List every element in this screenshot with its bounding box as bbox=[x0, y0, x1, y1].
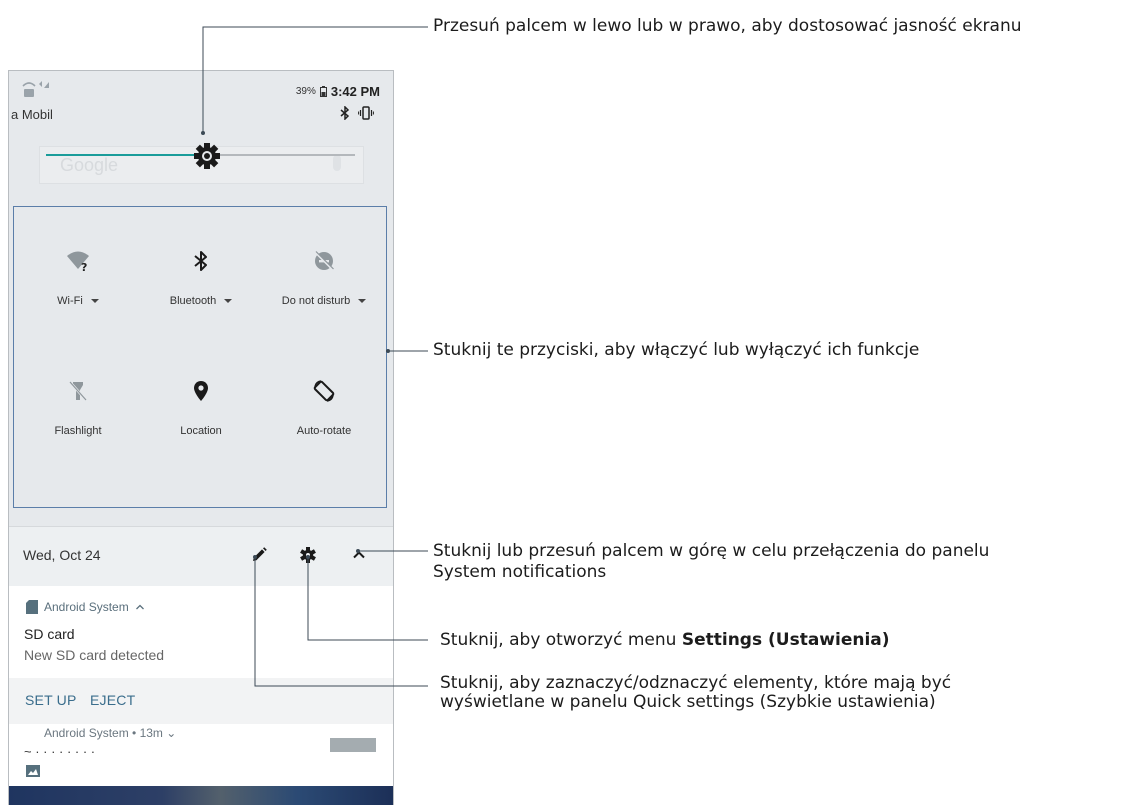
tile-bluetooth-caret-icon[interactable] bbox=[224, 299, 233, 304]
chevron-down-icon[interactable]: ⌄ bbox=[166, 726, 176, 740]
notification2-header: Android System • 13m ⌄ bbox=[44, 726, 176, 740]
callout-expand: Stuknij lub przesuń palcem w górę w celu… bbox=[433, 541, 989, 583]
brightness-slider-fill bbox=[46, 154, 207, 156]
tile-auto-rotate-label: Auto-rotate bbox=[296, 425, 352, 437]
notification-title: SD card bbox=[24, 626, 75, 642]
bluetooth-icon bbox=[194, 251, 207, 271]
settings-gear-icon[interactable] bbox=[298, 545, 318, 565]
chevron-up-icon[interactable] bbox=[349, 545, 369, 565]
notification-card[interactable]: Android System SD card New SD card detec… bbox=[8, 586, 394, 678]
callout-expand-line1: Stuknij lub przesuń palcem w górę w celu… bbox=[433, 541, 990, 561]
tile-do-not-disturb-caret-icon[interactable] bbox=[358, 299, 367, 304]
phone-screenshot: a Mobil 39% 3:42 PM Google ? Wi-Fi Bluet… bbox=[8, 70, 394, 805]
status-icons bbox=[340, 106, 374, 120]
status-bar-right: 39% 3:42 PM bbox=[296, 84, 380, 99]
screenshot-thumbnail bbox=[330, 738, 376, 752]
tile-do-not-disturb[interactable]: Do not disturb bbox=[264, 249, 384, 349]
battery-icon bbox=[319, 86, 327, 97]
sd-card-icon bbox=[26, 600, 38, 614]
tile-wifi-caret-icon[interactable] bbox=[90, 299, 99, 304]
edit-pencil-icon[interactable] bbox=[249, 545, 269, 565]
brightness-thumb-icon[interactable] bbox=[193, 142, 221, 170]
date-text: Wed, Oct 24 bbox=[23, 547, 101, 563]
tile-bluetooth[interactable]: Bluetooth bbox=[141, 249, 261, 349]
vibrate-icon bbox=[358, 106, 374, 120]
chevron-up-icon[interactable] bbox=[135, 603, 145, 611]
tile-bluetooth-label: Bluetooth bbox=[169, 295, 217, 307]
notification-body: New SD card detected bbox=[24, 647, 165, 663]
callout-expand-line2: System notifications bbox=[433, 562, 607, 582]
callout-edit-line1: Stuknij, aby zaznaczyć/odznaczyć element… bbox=[440, 673, 952, 693]
notification-actions: SET UP EJECT bbox=[8, 678, 394, 724]
clock: 3:42 PM bbox=[330, 84, 380, 99]
tile-do-not-disturb-label: Do not disturb bbox=[281, 295, 351, 307]
do-not-disturb-icon bbox=[314, 251, 334, 271]
eject-button[interactable]: EJECT bbox=[90, 692, 135, 708]
location-pin-icon bbox=[194, 381, 208, 401]
callout-settings-text: Stuknij, aby otworzyć menu bbox=[440, 630, 682, 650]
tile-wifi-label: Wi-Fi bbox=[57, 295, 83, 307]
wallpaper-strip bbox=[8, 786, 394, 805]
flashlight-off-icon bbox=[69, 381, 87, 401]
quick-settings-panel: ? Wi-Fi Bluetooth Do not disturb Flashli… bbox=[13, 206, 387, 636]
tile-flashlight[interactable]: Flashlight bbox=[18, 379, 138, 479]
battery-percent: 39% bbox=[295, 86, 316, 97]
notification2-body-clipped: ~ · · · · · · · · bbox=[24, 744, 96, 759]
tile-location[interactable]: Location bbox=[141, 379, 261, 479]
auto-rotate-icon bbox=[313, 380, 335, 402]
tile-location-label: Location bbox=[180, 425, 222, 437]
notification2-app-name: Android System • 13m bbox=[44, 726, 163, 740]
bluetooth-icon bbox=[340, 106, 350, 120]
callout-edit-line2: wyświetlane w panelu Quick settings (Szy… bbox=[440, 692, 936, 712]
callout-brightness: Przesuń palcem w lewo lub w prawo, aby d… bbox=[433, 16, 1022, 36]
date-row: Wed, Oct 24 bbox=[8, 526, 394, 586]
callout-settings: Stuknij, aby otworzyć menu Settings (Ust… bbox=[440, 630, 890, 651]
set-up-button[interactable]: SET UP bbox=[25, 692, 77, 708]
svg-text:?: ? bbox=[81, 261, 87, 273]
image-icon bbox=[26, 765, 40, 777]
tile-flashlight-label: Flashlight bbox=[54, 425, 102, 437]
notification-card-screenshot[interactable]: Android System • 13m ⌄ ~ · · · · · · · · bbox=[8, 724, 394, 786]
manual-page: a Mobil 39% 3:42 PM Google ? Wi-Fi Bluet… bbox=[0, 0, 1132, 805]
search-ghost-text: Google bbox=[60, 155, 119, 175]
tile-wifi[interactable]: ? Wi-Fi bbox=[18, 249, 138, 349]
callout-edit: Stuknij, aby zaznaczyć/odznaczyć element… bbox=[440, 674, 951, 712]
callout-settings-bold: Settings (Ustawienia) bbox=[681, 630, 890, 650]
wifi-question-icon: ? bbox=[67, 251, 89, 273]
notification-app-name: Android System bbox=[44, 600, 129, 614]
callout-toggles: Stuknij te przyciski, aby włączyć lub wy… bbox=[433, 340, 920, 360]
wifi-calling-icon bbox=[22, 81, 49, 97]
tile-auto-rotate[interactable]: Auto-rotate bbox=[264, 379, 384, 479]
carrier-name: a Mobil bbox=[11, 107, 53, 122]
mic-icon bbox=[333, 155, 341, 171]
notification-header: Android System bbox=[26, 600, 145, 614]
